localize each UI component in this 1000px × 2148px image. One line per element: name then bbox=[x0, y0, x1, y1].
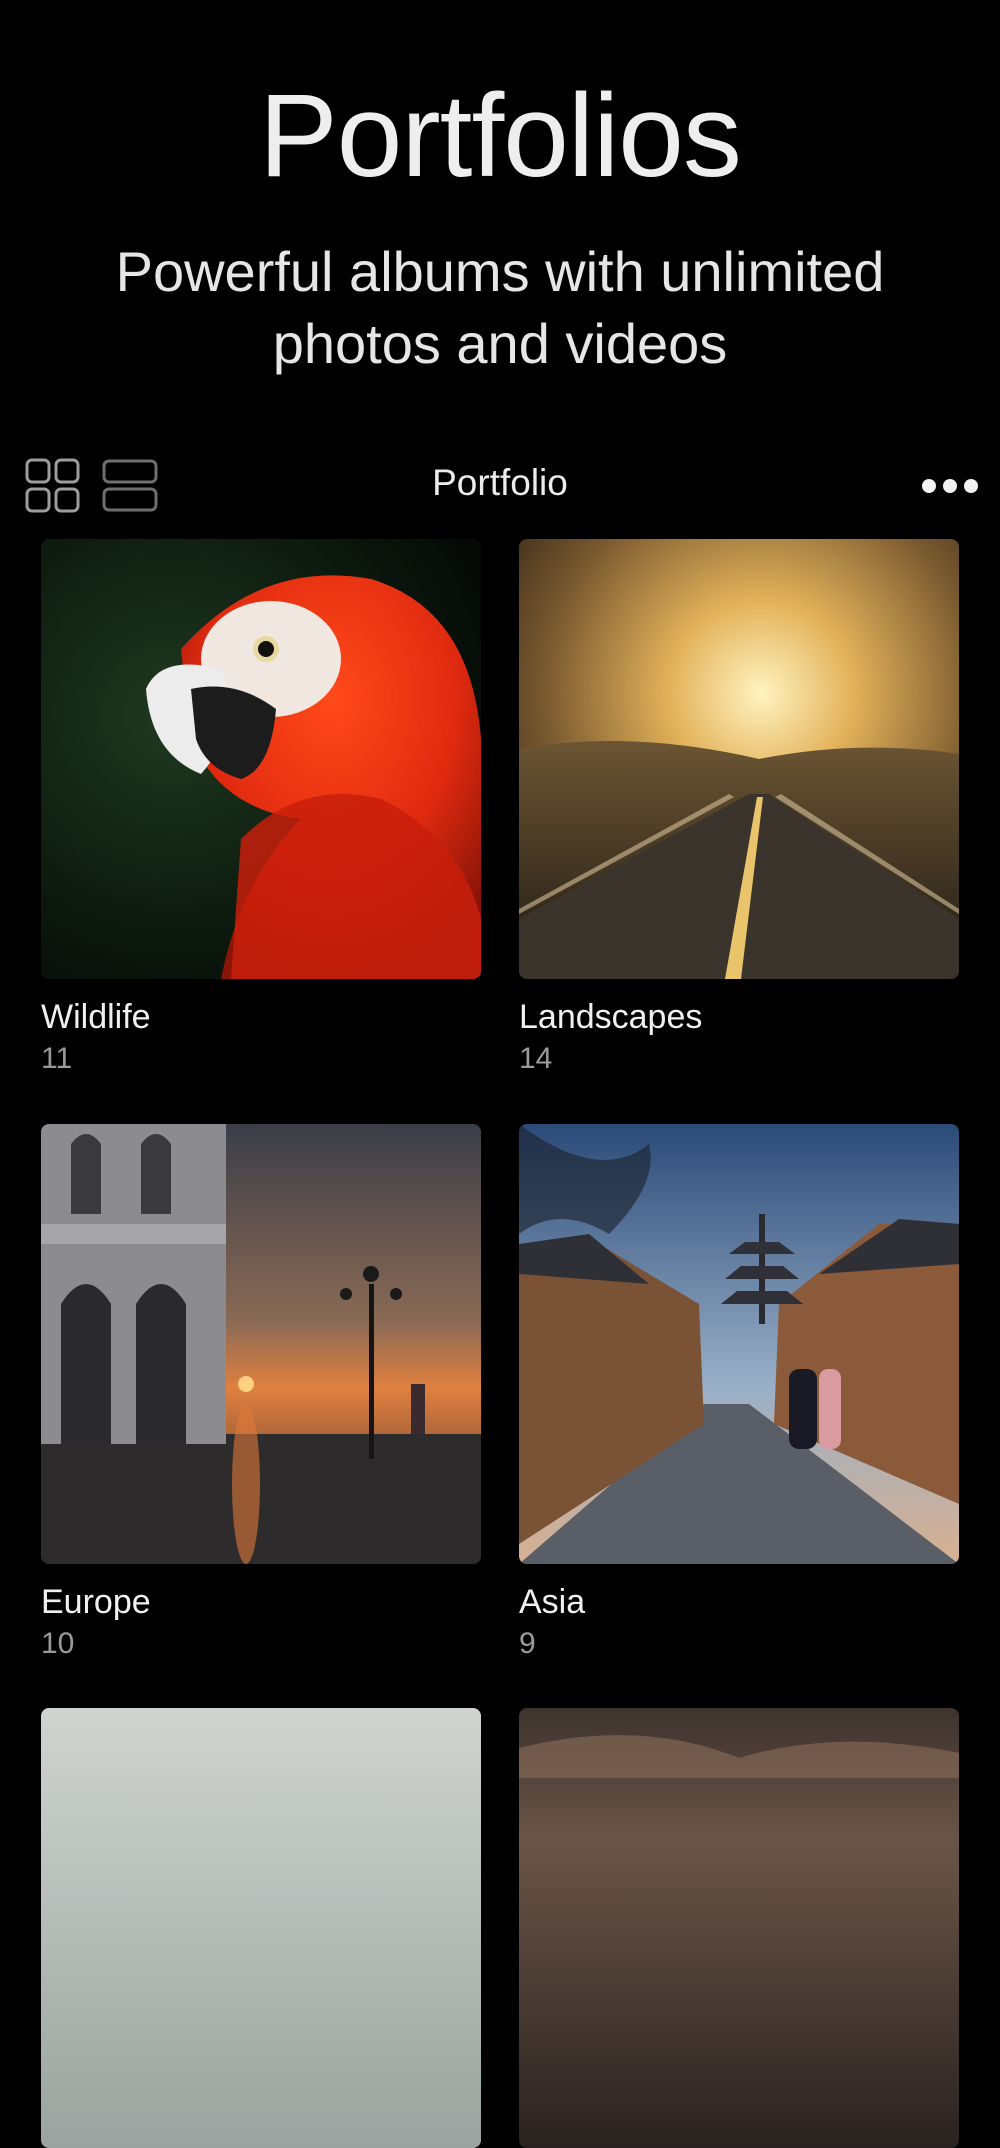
list-view-button[interactable] bbox=[102, 458, 158, 514]
album-title: Asia bbox=[519, 1583, 586, 1621]
portfolio-toolbar: Portfolio bbox=[0, 452, 1000, 518]
album-count: 10 bbox=[41, 1627, 75, 1660]
album-card-europe[interactable]: Europe 10 bbox=[41, 1124, 481, 1664]
album-count: 11 bbox=[41, 1042, 73, 1075]
album-count: 9 bbox=[519, 1627, 536, 1660]
album-title: Europe bbox=[41, 1583, 151, 1621]
album-thumbnail bbox=[41, 539, 481, 979]
more-icon bbox=[922, 479, 936, 493]
album-card-asia[interactable]: Asia 9 bbox=[519, 1124, 959, 1664]
more-icon-dot bbox=[943, 479, 957, 493]
grid-view-icon bbox=[25, 458, 80, 513]
album-thumbnail bbox=[41, 1124, 481, 1564]
album-card-partial-left[interactable] bbox=[41, 1708, 481, 2148]
page-subtitle: Powerful albums with unlimited photos an… bbox=[115, 240, 885, 375]
album-count: 14 bbox=[519, 1042, 553, 1075]
album-thumbnail bbox=[41, 1708, 481, 2148]
album-title: Wildlife bbox=[41, 998, 151, 1036]
more-icon-dot bbox=[964, 479, 978, 493]
album-title: Landscapes bbox=[519, 998, 703, 1036]
album-thumbnail bbox=[519, 1708, 959, 2148]
grid-view-button[interactable] bbox=[25, 458, 81, 514]
page-title: Portfolios bbox=[259, 70, 742, 202]
list-view-icon bbox=[102, 459, 158, 512]
more-button[interactable] bbox=[922, 466, 978, 506]
album-card-partial-right[interactable] bbox=[519, 1708, 959, 2148]
album-card-landscapes[interactable]: Landscapes 14 bbox=[519, 539, 959, 1079]
album-card-wildlife[interactable]: Wildlife 11 bbox=[41, 539, 481, 1079]
album-thumbnail bbox=[519, 1124, 959, 1564]
album-thumbnail bbox=[519, 539, 959, 979]
